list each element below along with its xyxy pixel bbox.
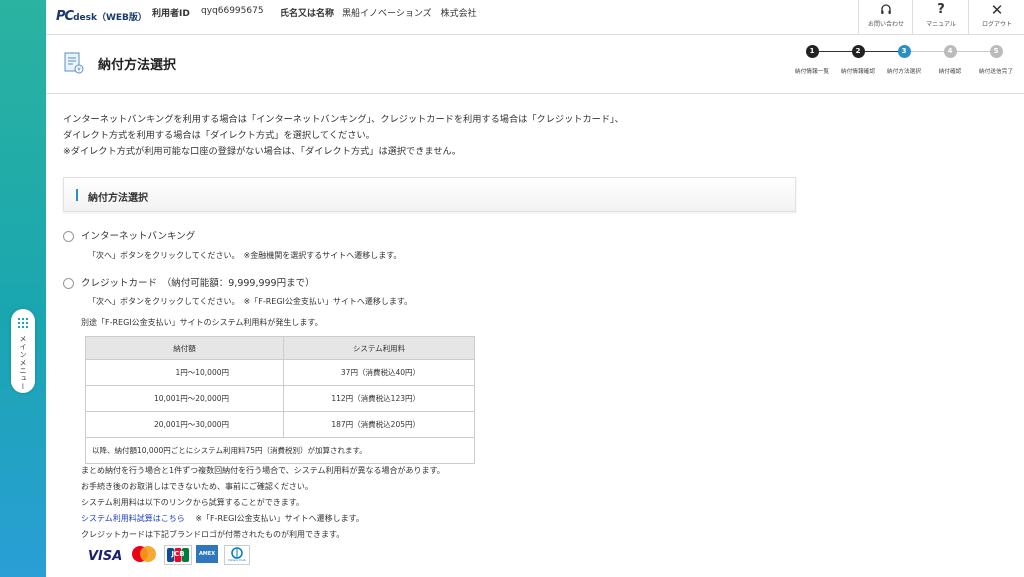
intro-text: インターネットバンキングを利用する場合は「インターネットバンキング」、クレジット…: [63, 112, 624, 160]
table-cell: 1円～10,000円: [85, 359, 284, 386]
credit-card-fee-note: 別途「F-REGI公金支払い」サイトのシステム利用料が発生します。: [81, 318, 323, 327]
progress-steps: 1 納付情報一覧 2 納付情報確認 3 納付方法選択 4 納付確認 5 納付送信完了: [786, 45, 1024, 85]
visa-logo: VISA: [88, 549, 123, 564]
table-cell: 187円（消費税込205円）: [283, 411, 475, 438]
intro-line: インターネットバンキングを利用する場合は「インターネットバンキング」、クレジット…: [63, 114, 624, 125]
step-3: 3 納付方法選択: [886, 45, 922, 75]
manual-button[interactable]: ? マニュアル: [912, 0, 969, 34]
jcb-logo: JCB: [164, 545, 192, 565]
user-id-value: qyq66995675: [201, 6, 264, 16]
fee-simulation-link[interactable]: システム利用料試算はこちら: [81, 514, 185, 523]
contact-label: お問い合わせ: [867, 21, 904, 28]
amex-logo: AMEX: [196, 545, 218, 563]
diners-logo: Diners Club: [224, 545, 250, 565]
side-rail: メインメニュー: [0, 0, 46, 577]
main-menu-label: メインメニュー: [19, 335, 27, 391]
step-1: 1 納付情報一覧: [794, 45, 830, 75]
fee-table: 納付額 システム利用料 1円～10,000円 37円（消費税込40円） 10,0…: [85, 336, 475, 464]
fee-simulation-link-note: ※「F-REGI公金支払い」サイトへ遷移します。: [195, 514, 364, 523]
tail-line: システム利用料は以下のリンクから試算することができます。: [81, 498, 304, 507]
header-fee: システム利用料: [283, 336, 475, 360]
user-id-label: 利用者ID: [152, 9, 190, 19]
internet-banking-note: 「次へ」ボタンをクリックしてください。 ※金融機関を選択するサイトへ遷移します。: [88, 251, 402, 260]
section-header: 納付方法選択: [63, 177, 796, 212]
section-accent: [76, 189, 78, 201]
table-footer-row: 以降、納付額10,000円ごとにシステム利用料75円（消費税別）が加算されます。: [85, 437, 475, 464]
intro-line: ※ダイレクト方式が利用可能な口座の登録がない場合は、「ダイレクト方式」は選択でき…: [63, 146, 461, 157]
intro-line: ダイレクト方式を利用する場合は「ダイレクト方式」を選択してください。: [63, 130, 375, 141]
tail-line: まとめ納付を行う場合と1件ずつ複数回納付を行う場合で、システム利用料が異なる場合…: [81, 466, 445, 475]
section-title: 納付方法選択: [88, 193, 148, 204]
step-5: 5 納付送信完了: [978, 45, 1014, 75]
document-icon: ¥: [64, 52, 84, 74]
table-footer: 以降、納付額10,000円ごとにシステム利用料75円（消費税別）が加算されます。: [85, 437, 475, 464]
title-bar: ¥ 納付方法選択 1 納付情報一覧 2 納付情報確認 3 納付方法選択 4 納付確認 5…: [46, 35, 1024, 94]
logo-pc: PC: [56, 9, 74, 24]
tail-link-line: システム利用料試算はこちら ※「F-REGI公金支払い」サイトへ遷移します。: [81, 513, 364, 524]
name-label: 氏名又は名称: [280, 9, 335, 19]
table-cell: 10,001円～20,000円: [85, 385, 284, 412]
close-icon: ✕: [990, 1, 1004, 19]
header-amount: 納付額: [85, 336, 284, 360]
logout-label: ログアウト: [981, 21, 1012, 28]
question-icon: ?: [937, 2, 945, 17]
table-cell: 112円（消費税込123円）: [283, 385, 475, 412]
main-menu-button[interactable]: メインメニュー: [11, 309, 35, 393]
headset-icon: [859, 0, 913, 18]
table-row: 10,001円～20,000円 112円（消費税込123円）: [85, 385, 475, 412]
credit-card-note: 「次へ」ボタンをクリックしてください。 ※「F-REGI公金支払い」サイトへ遷移…: [88, 297, 413, 306]
table-cell: 20,001円～30,000円: [85, 411, 284, 438]
top-header: PCdesk（WEB版） 利用者ID qyq66995675 氏名又は名称 黒船…: [46, 0, 1024, 35]
credit-card-label[interactable]: クレジットカード （納付可能額：9,999,999円まで）: [81, 275, 315, 289]
app-logo: PCdesk（WEB版）: [56, 9, 147, 24]
internet-banking-radio[interactable]: [63, 231, 74, 242]
table-row: 1円～10,000円 37円（消費税込40円）: [85, 359, 475, 386]
table-row: 20,001円～30,000円 187円（消費税込205円）: [85, 411, 475, 438]
contact-button[interactable]: お問い合わせ: [858, 0, 913, 34]
credit-card-radio[interactable]: [63, 278, 74, 289]
manual-label: マニュアル: [926, 21, 956, 28]
mastercard-logo: [130, 545, 158, 563]
name-value: 黒船イノベーションズ 株式会社: [342, 9, 477, 19]
tail-line: お手続き後のお取消しはできないため、事前にご確認ください。: [81, 482, 313, 491]
logout-button[interactable]: ✕ ログアウト: [968, 0, 1024, 34]
step-4: 4 納付確認: [938, 45, 962, 75]
svg-text:¥: ¥: [77, 67, 81, 74]
table-cell: 37円（消費税込40円）: [283, 359, 475, 386]
table-header-row: 納付額 システム利用料: [85, 336, 475, 360]
logo-rest: desk（WEB版）: [73, 13, 147, 23]
grid-icon: [18, 318, 28, 328]
internet-banking-label[interactable]: インターネットバンキング: [81, 228, 195, 242]
tail-line: クレジットカードは下記ブランドロゴが付帯されたものが利用できます。: [81, 530, 345, 539]
step-2: 2 納付情報確認: [840, 45, 876, 75]
page-title: 納付方法選択: [98, 58, 177, 73]
